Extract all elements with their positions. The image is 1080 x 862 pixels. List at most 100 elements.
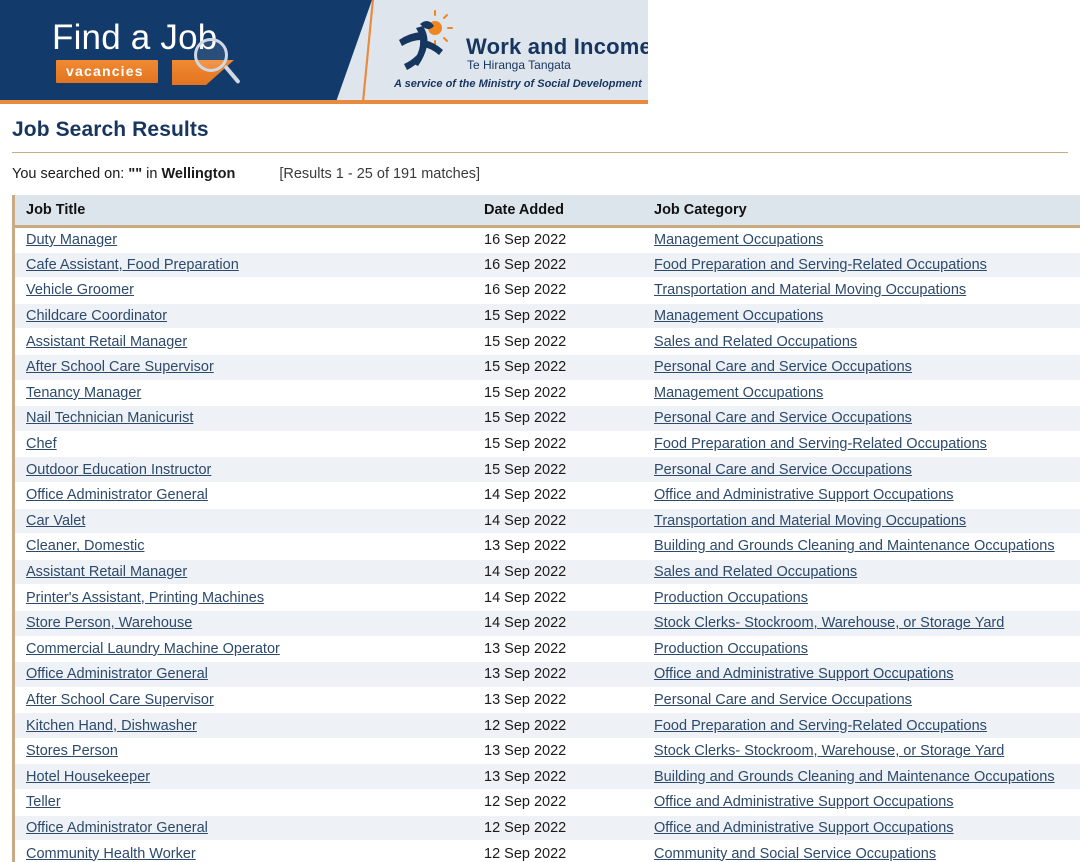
job-title-link[interactable]: Stores Person (26, 743, 118, 759)
table-row: Cafe Assistant, Food Preparation 16 Sep 2… (15, 252, 1080, 279)
job-title-link[interactable]: Kitchen Hand, Dishwasher (26, 718, 197, 734)
cell-job-title: Community Health Worker (15, 840, 473, 862)
job-title-link[interactable]: Outdoor Education Instructor (26, 462, 211, 478)
job-title-link[interactable]: Tenancy Manager (26, 385, 141, 401)
job-category-link[interactable]: Building and Grounds Cleaning and Mainte… (654, 769, 1055, 785)
job-title-link[interactable]: After School Care Supervisor (26, 359, 214, 375)
job-category-link[interactable]: Food Preparation and Serving-Related Occ… (654, 436, 987, 452)
page-title: Job Search Results (12, 118, 209, 141)
cell-date-added: 13 Sep 2022 (473, 763, 643, 791)
job-title-link[interactable]: Assistant Retail Manager (26, 334, 187, 350)
job-category-link[interactable]: Office and Administrative Support Occupa… (654, 487, 954, 503)
job-title-link[interactable]: Nail Technician Manicurist (26, 410, 193, 426)
vacancies-badge: vacancies (56, 60, 158, 83)
job-category-link[interactable]: Sales and Related Occupations (654, 564, 857, 580)
column-header-job-title[interactable]: Job Title (15, 195, 473, 228)
results-page: Job Search Results You searched on: "" i… (0, 104, 1080, 862)
job-title-link[interactable]: Hotel Housekeeper (26, 769, 150, 785)
cell-job-category: Transportation and Material Moving Occup… (643, 508, 1080, 535)
job-category-link[interactable]: Food Preparation and Serving-Related Occ… (654, 257, 987, 273)
job-title-link[interactable]: Store Person, Warehouse (26, 615, 192, 631)
cell-job-category: Stock Clerks- Stockroom, Warehouse, or S… (643, 738, 1080, 765)
table-row: Stores Person 13 Sep 2022 Stock Clerks- St… (15, 738, 1080, 765)
job-category-link[interactable]: Personal Care and Service Occupations (654, 462, 912, 478)
table-row: Commercial Laundry Machine Operator 13 Se… (15, 636, 1080, 663)
job-category-link[interactable]: Office and Administrative Support Occupa… (654, 820, 954, 836)
job-title-link[interactable]: Teller (26, 794, 61, 810)
column-header-date-added[interactable]: Date Added (473, 195, 643, 228)
cell-date-added: 14 Sep 2022 (473, 559, 643, 586)
cell-job-title: Commercial Laundry Machine Operator (15, 636, 473, 663)
job-category-link[interactable]: Community and Social Service Occupations (654, 846, 936, 862)
work-and-income-logo[interactable]: Work and Income Te Hiranga Tangata A ser… (390, 6, 648, 98)
cell-job-title: Office Administrator General (15, 661, 473, 688)
job-category-link[interactable]: Personal Care and Service Occupations (654, 692, 912, 708)
cell-job-title: Assistant Retail Manager (15, 559, 473, 586)
job-category-link[interactable]: Personal Care and Service Occupations (654, 359, 912, 375)
job-title-link[interactable]: Community Health Worker (26, 846, 196, 862)
table-row: Office Administrator General 14 Sep 2022 O… (15, 482, 1080, 509)
cell-job-category: Office and Administrative Support Occupa… (643, 482, 1080, 509)
cell-date-added: 15 Sep 2022 (473, 354, 643, 381)
cell-job-category: Personal Care and Service Occupations (643, 687, 1080, 714)
job-category-link[interactable]: Office and Administrative Support Occupa… (654, 794, 954, 810)
job-category-link[interactable]: Stock Clerks- Stockroom, Warehouse, or S… (654, 743, 1004, 759)
results-count: [Results 1 - 25 of 191 matches] (279, 166, 481, 182)
job-category-link[interactable]: Personal Care and Service Occupations (654, 410, 912, 426)
search-summary-location: Wellington (161, 166, 236, 182)
table-row: Cleaner, Domestic 13 Sep 2022 Building and… (15, 533, 1080, 560)
cell-job-title: Store Person, Warehouse (15, 610, 473, 637)
magnifying-glass-handle-icon (223, 64, 241, 85)
job-category-link[interactable]: Building and Grounds Cleaning and Mainte… (654, 538, 1055, 554)
table-row: Office Administrator General 12 Sep 2022 O… (15, 815, 1080, 842)
cell-job-category: Management Occupations (643, 380, 1080, 407)
job-category-link[interactable]: Production Occupations (654, 641, 808, 657)
job-title-link[interactable]: Childcare Coordinator (26, 308, 167, 324)
job-category-link[interactable]: Office and Administrative Support Occupa… (654, 666, 954, 682)
job-title-link[interactable]: Office Administrator General (26, 820, 208, 836)
cell-job-title: Nail Technician Manicurist (15, 405, 473, 432)
job-title-link[interactable]: Office Administrator General (26, 666, 208, 682)
cell-job-title: Teller (15, 789, 473, 816)
cell-job-title: Printer's Assistant, Printing Machines (15, 584, 473, 611)
column-header-job-category[interactable]: Job Category (643, 195, 1080, 228)
job-category-link[interactable]: Management Occupations (654, 308, 823, 324)
job-category-link[interactable]: Transportation and Material Moving Occup… (654, 513, 966, 529)
job-category-link[interactable]: Management Occupations (654, 232, 823, 248)
cell-job-category: Office and Administrative Support Occupa… (643, 789, 1080, 816)
job-title-link[interactable]: Printer's Assistant, Printing Machines (26, 590, 264, 606)
table-row: Hotel Housekeeper 13 Sep 2022 Building and… (15, 763, 1080, 791)
table-row: Car Valet 14 Sep 2022 Transportation and M… (15, 508, 1080, 535)
find-a-job-logo[interactable]: Find a Job vacancies (52, 18, 292, 88)
ministry-service-line: A service of the Ministry of Social Deve… (394, 78, 642, 90)
job-title-link[interactable]: Car Valet (26, 513, 85, 529)
cell-date-added: 13 Sep 2022 (473, 636, 643, 663)
job-category-link[interactable]: Management Occupations (654, 385, 823, 401)
table-row: Duty Manager 16 Sep 2022 Management Occupa… (15, 226, 1080, 253)
job-category-link[interactable]: Production Occupations (654, 590, 808, 606)
cell-job-title: Tenancy Manager (15, 380, 473, 407)
cell-date-added: 13 Sep 2022 (473, 533, 643, 560)
job-category-link[interactable]: Food Preparation and Serving-Related Occ… (654, 718, 987, 734)
cell-date-added: 14 Sep 2022 (473, 482, 643, 509)
job-title-link[interactable]: Cafe Assistant, Food Preparation (26, 257, 239, 273)
cell-job-category: Building and Grounds Cleaning and Mainte… (643, 763, 1080, 791)
cell-date-added: 14 Sep 2022 (473, 584, 643, 611)
job-title-link[interactable]: Office Administrator General (26, 487, 208, 503)
cell-job-category: Personal Care and Service Occupations (643, 456, 1080, 483)
table-row: Office Administrator General 13 Sep 2022 O… (15, 661, 1080, 688)
job-title-link[interactable]: After School Care Supervisor (26, 692, 214, 708)
job-title-link[interactable]: Cleaner, Domestic (26, 538, 144, 554)
search-summary-term: "" (128, 166, 143, 182)
job-category-link[interactable]: Sales and Related Occupations (654, 334, 857, 350)
job-title-link[interactable]: Duty Manager (26, 232, 117, 248)
cell-job-title: Stores Person (15, 738, 473, 765)
job-category-link[interactable]: Transportation and Material Moving Occup… (654, 282, 966, 298)
job-title-link[interactable]: Commercial Laundry Machine Operator (26, 641, 280, 657)
job-title-link[interactable]: Chef (26, 436, 57, 452)
cell-date-added: 12 Sep 2022 (473, 712, 643, 739)
job-title-link[interactable]: Vehicle Groomer (26, 282, 134, 298)
table-row: Outdoor Education Instructor 15 Sep 2022 P… (15, 456, 1080, 483)
job-title-link[interactable]: Assistant Retail Manager (26, 564, 187, 580)
job-category-link[interactable]: Stock Clerks- Stockroom, Warehouse, or S… (654, 615, 1004, 631)
